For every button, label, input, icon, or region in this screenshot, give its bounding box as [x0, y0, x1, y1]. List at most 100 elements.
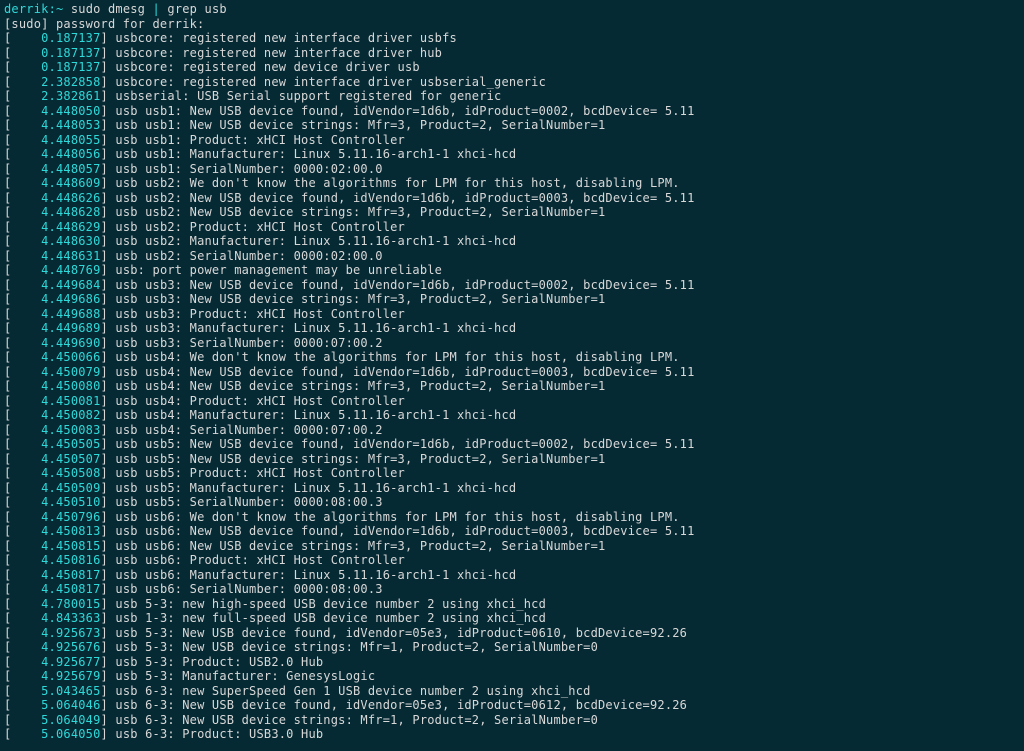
bracket-close: ] [101, 263, 116, 277]
log-message: usb usb5: SerialNumber: 0000:08:00.3 [115, 495, 382, 509]
timestamp: 4.450816 [11, 553, 100, 567]
bracket-close: ] [101, 89, 116, 103]
bracket-close: ] [101, 307, 116, 321]
timestamp: 4.448053 [11, 118, 100, 132]
timestamp: 2.382861 [11, 89, 100, 103]
log-message: usb usb2: New USB device found, idVendor… [115, 191, 694, 205]
log-message: usbcore: registered new interface driver… [115, 75, 546, 89]
log-line: [ 4.449689] usb usb3: Manufacturer: Linu… [4, 321, 516, 335]
timestamp: 4.925673 [11, 626, 100, 640]
bracket-close: ] [101, 365, 116, 379]
bracket-close: ] [101, 510, 116, 524]
bracket-close: ] [101, 104, 116, 118]
prompt-separator: : [49, 2, 56, 16]
log-line: [ 4.450816] usb usb6: Product: xHCI Host… [4, 553, 405, 567]
log-line: [ 4.450508] usb usb5: Product: xHCI Host… [4, 466, 405, 480]
log-line: [ 4.450507] usb usb5: New USB device str… [4, 452, 605, 466]
log-line: [ 4.449690] usb usb3: SerialNumber: 0000… [4, 336, 383, 350]
log-message: usb usb6: New USB device found, idVendor… [115, 524, 694, 538]
log-message: usbcore: registered new interface driver… [115, 46, 442, 60]
log-line: [ 4.448056] usb usb1: Manufacturer: Linu… [4, 147, 516, 161]
log-message: usbcore: registered new device driver us… [115, 60, 419, 74]
log-message: usb usb6: We don't know the algorithms f… [115, 510, 679, 524]
timestamp: 4.780015 [11, 597, 100, 611]
bracket-close: ] [101, 626, 116, 640]
log-message: usb usb1: SerialNumber: 0000:02:00.0 [115, 162, 382, 176]
bracket-close: ] [101, 698, 116, 712]
log-message: usb 6-3: New USB device found, idVendor=… [115, 698, 687, 712]
log-message: usb usb6: New USB device strings: Mfr=3,… [115, 539, 605, 553]
log-message: usb 6-3: New USB device strings: Mfr=1, … [115, 713, 598, 727]
log-line: [ 4.450509] usb usb5: Manufacturer: Linu… [4, 481, 516, 495]
log-line: [ 4.448053] usb usb1: New USB device str… [4, 118, 605, 132]
bracket-close: ] [101, 423, 116, 437]
bracket-close: ] [101, 278, 116, 292]
timestamp: 4.450508 [11, 466, 100, 480]
log-line: [ 4.448629] usb usb2: Product: xHCI Host… [4, 220, 405, 234]
timestamp: 4.449690 [11, 336, 100, 350]
log-message: usb 5-3: Manufacturer: GenesysLogic [115, 669, 375, 683]
timestamp: 5.043465 [11, 684, 100, 698]
log-line: [ 4.449686] usb usb3: New USB device str… [4, 292, 605, 306]
log-line: [ 5.064046] usb 6-3: New USB device foun… [4, 698, 687, 712]
prompt-line: derrik:~ sudo dmesg | grep usb [4, 2, 227, 16]
timestamp: 4.448629 [11, 220, 100, 234]
log-line: [ 4.448626] usb usb2: New USB device fou… [4, 191, 695, 205]
log-message: usb 6-3: new SuperSpeed Gen 1 USB device… [115, 684, 590, 698]
log-message: usb usb4: New USB device found, idVendor… [115, 365, 694, 379]
log-line: [ 4.450066] usb usb4: We don't know the … [4, 350, 680, 364]
timestamp: 0.187137 [11, 31, 100, 45]
log-line: [ 4.448630] usb usb2: Manufacturer: Linu… [4, 234, 516, 248]
log-message: usb usb2: SerialNumber: 0000:02:00.0 [115, 249, 382, 263]
log-line: [ 4.925673] usb 5-3: New USB device foun… [4, 626, 687, 640]
log-message: usb 5-3: new high-speed USB device numbe… [115, 597, 546, 611]
bracket-close: ] [101, 597, 116, 611]
bracket-close: ] [101, 292, 116, 306]
timestamp: 4.843363 [11, 611, 100, 625]
timestamp: 5.064046 [11, 698, 100, 712]
bracket-close: ] [101, 118, 116, 132]
bracket-close: ] [101, 611, 116, 625]
log-message: usb usb3: New USB device found, idVendor… [115, 278, 694, 292]
log-message: usb usb4: Manufacturer: Linux 5.11.16-ar… [115, 408, 516, 422]
bracket-close: ] [101, 379, 116, 393]
log-message: usb: port power management may be unreli… [115, 263, 442, 277]
bracket-close: ] [101, 350, 116, 364]
timestamp: 4.450505 [11, 437, 100, 451]
log-line: [ 0.187137] usbcore: registered new devi… [4, 60, 420, 74]
log-message: usb usb6: Manufacturer: Linux 5.11.16-ar… [115, 568, 516, 582]
bracket-close: ] [101, 133, 116, 147]
log-line: [ 5.064050] usb 6-3: Product: USB3.0 Hub [4, 727, 323, 741]
timestamp: 4.448630 [11, 234, 100, 248]
log-message: usb 5-3: New USB device found, idVendor=… [115, 626, 687, 640]
log-message: usb usb4: Product: xHCI Host Controller [115, 394, 405, 408]
log-message: usb usb1: New USB device found, idVendor… [115, 104, 694, 118]
bracket-close: ] [101, 582, 116, 596]
bracket-close: ] [101, 713, 116, 727]
timestamp: 4.925677 [11, 655, 100, 669]
bracket-close: ] [101, 684, 116, 698]
log-message: usb usb2: We don't know the algorithms f… [115, 176, 679, 190]
terminal-output[interactable]: derrik:~ sudo dmesg | grep usb [sudo] pa… [0, 0, 1024, 744]
timestamp: 4.448626 [11, 191, 100, 205]
timestamp: 4.449688 [11, 307, 100, 321]
timestamp: 4.448050 [11, 104, 100, 118]
bracket-close: ] [101, 249, 116, 263]
bracket-close: ] [101, 147, 116, 161]
log-message: usb usb4: We don't know the algorithms f… [115, 350, 679, 364]
log-message: usbserial: USB Serial support registered… [115, 89, 501, 103]
log-line: [ 4.450080] usb usb4: New USB device str… [4, 379, 605, 393]
timestamp: 4.449689 [11, 321, 100, 335]
bracket-close: ] [101, 31, 116, 45]
log-line: [ 4.450079] usb usb4: New USB device fou… [4, 365, 695, 379]
bracket-close: ] [101, 655, 116, 669]
bracket-close: ] [101, 162, 116, 176]
timestamp: 4.450509 [11, 481, 100, 495]
timestamp: 2.382858 [11, 75, 100, 89]
log-message: usb 1-3: new full-speed USB device numbe… [115, 611, 546, 625]
log-line: [ 4.925679] usb 5-3: Manufacturer: Genes… [4, 669, 375, 683]
timestamp: 4.450079 [11, 365, 100, 379]
timestamp: 4.450817 [11, 582, 100, 596]
bracket-close: ] [101, 568, 116, 582]
prompt-user: derrik [4, 2, 49, 16]
